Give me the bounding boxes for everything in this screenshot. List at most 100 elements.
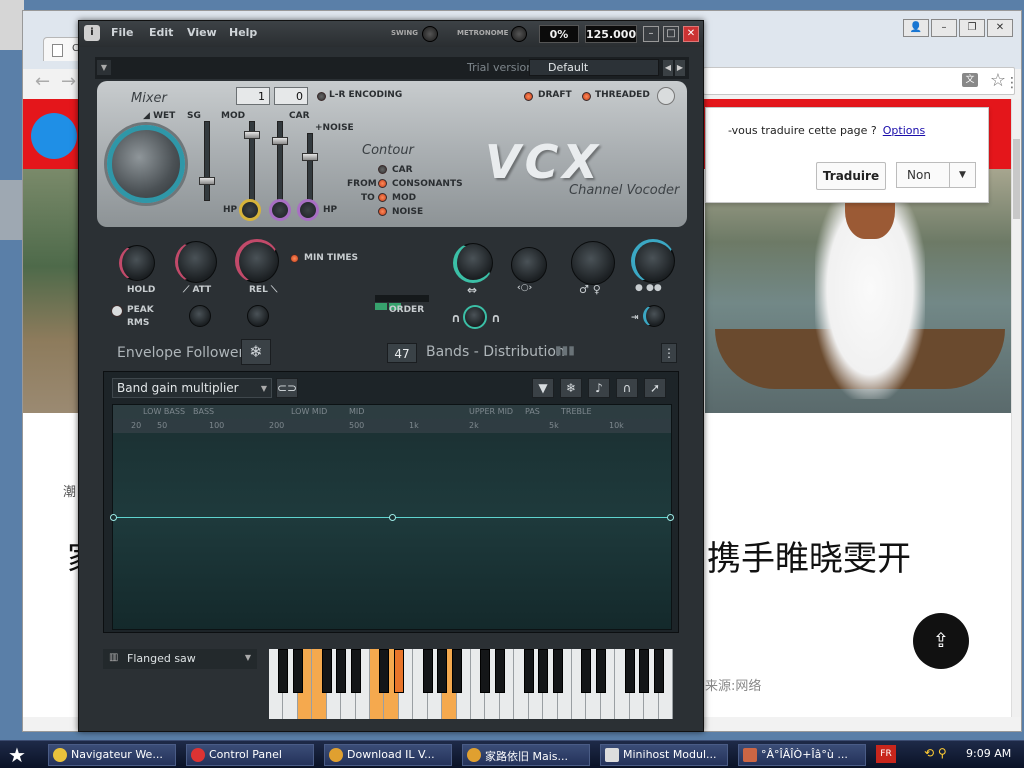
prev-preset-icon[interactable]: ◀: [663, 60, 673, 76]
expand-icon[interactable]: ⋮: [661, 343, 677, 363]
no-translate-dropdown[interactable]: Non ▼: [896, 162, 976, 188]
attack-curve-knob[interactable]: [189, 305, 211, 327]
pan-knob[interactable]: [643, 305, 665, 327]
taskbar-item-minihost[interactable]: Minihost Modul...: [600, 744, 728, 766]
contour-consonants-radio[interactable]: [378, 179, 387, 188]
freeze-snowflake-icon[interactable]: ❄: [241, 339, 271, 365]
stereo-spread-knob[interactable]: [511, 247, 547, 283]
order-indicator[interactable]: [375, 295, 429, 310]
draft-toggle[interactable]: [524, 92, 533, 101]
release-curve-knob[interactable]: [247, 305, 269, 327]
car-fader-handle[interactable]: [272, 137, 288, 145]
black-key[interactable]: [639, 649, 650, 693]
share-button[interactable]: ⇪: [913, 613, 969, 669]
tray-icons[interactable]: ⟲ ⚲: [924, 746, 947, 760]
gain-point-end[interactable]: [667, 514, 674, 521]
next-preset-icon[interactable]: ▶: [675, 60, 685, 76]
fl-logo-icon[interactable]: i: [84, 25, 100, 41]
mixer-value-1[interactable]: 1: [236, 87, 270, 105]
black-key[interactable]: [523, 649, 534, 693]
menu-edit[interactable]: Edit: [149, 26, 173, 39]
wet-knob[interactable]: [107, 125, 185, 203]
graph-menu-icon[interactable]: ▼: [532, 378, 554, 398]
taskbar-item-article[interactable]: 家路依旧 Mais...: [462, 744, 590, 766]
taskbar-item-control-panel[interactable]: Control Panel: [186, 744, 314, 766]
black-key[interactable]: [393, 649, 404, 693]
black-key[interactable]: [350, 649, 361, 693]
attack-knob[interactable]: [175, 241, 217, 283]
preset-selector[interactable]: Default: [529, 59, 659, 76]
user-icon[interactable]: 👤: [903, 19, 929, 37]
link-icon[interactable]: ⊂⊃: [276, 378, 298, 398]
black-key[interactable]: [379, 649, 390, 693]
magnet-icon[interactable]: ∩: [616, 378, 638, 398]
tempo-readout[interactable]: 125.000: [585, 25, 637, 43]
minimize-icon[interactable]: –: [643, 26, 659, 42]
maximize-icon[interactable]: □: [663, 26, 679, 42]
lr-encoding-toggle[interactable]: [317, 92, 326, 101]
start-button[interactable]: ★: [4, 743, 30, 767]
black-key[interactable]: [321, 649, 332, 693]
black-key[interactable]: [552, 649, 563, 693]
menu-help[interactable]: Help: [229, 26, 257, 39]
hold-knob[interactable]: [119, 245, 155, 281]
menu-view[interactable]: View: [187, 26, 217, 39]
release-knob[interactable]: [235, 239, 279, 283]
collapse-icon[interactable]: [657, 87, 675, 105]
black-key[interactable]: [581, 649, 592, 693]
snowflake-icon[interactable]: ❄: [560, 378, 582, 398]
gain-point-start[interactable]: [110, 514, 117, 521]
sg-fader-handle[interactable]: [199, 177, 215, 185]
noise-fader-handle[interactable]: [302, 153, 318, 161]
black-key[interactable]: [480, 649, 491, 693]
threaded-toggle[interactable]: [582, 92, 591, 101]
black-key[interactable]: [624, 649, 635, 693]
mod-fader-handle[interactable]: [244, 131, 260, 139]
peak-rms-toggle[interactable]: [111, 305, 123, 317]
maximize-icon[interactable]: ❐: [959, 19, 985, 37]
taskbar-item-other[interactable]: °Â°ÎÂÎÒ+Îâ°ù ...: [738, 744, 866, 766]
plugin-options-icon[interactable]: ▼: [97, 60, 111, 75]
minimize-icon[interactable]: –: [931, 19, 957, 37]
min-times-toggle[interactable]: [290, 254, 299, 263]
contour-car-radio[interactable]: [378, 165, 387, 174]
bands-count[interactable]: 47: [387, 343, 417, 363]
clock[interactable]: 9:09 AM: [966, 747, 1011, 760]
band-gain-graph[interactable]: LOW BASS BASS LOW MID MID UPPER MID PAS …: [110, 404, 674, 630]
close-icon[interactable]: ✕: [987, 19, 1013, 37]
black-key[interactable]: [336, 649, 347, 693]
page-scrollbar[interactable]: [1011, 99, 1021, 717]
contour-mod-radio[interactable]: [378, 193, 387, 202]
contour-noise-radio[interactable]: [378, 207, 387, 216]
carrier-source-dropdown[interactable]: ▥ Flanged saw ▼: [103, 649, 257, 669]
band-width-knob[interactable]: [453, 243, 493, 283]
car-filter-knob[interactable]: [297, 199, 319, 221]
translate-button[interactable]: Traduire: [816, 162, 886, 190]
translate-options-link[interactable]: Options: [883, 124, 925, 137]
black-key[interactable]: [538, 649, 549, 693]
mod-filter-knob[interactable]: [269, 199, 291, 221]
menu-file[interactable]: File: [111, 26, 134, 39]
black-key[interactable]: [278, 649, 289, 693]
close-icon[interactable]: ✕: [683, 26, 699, 42]
curve-tool-icon[interactable]: ♪: [588, 378, 610, 398]
taskbar-item-browser[interactable]: Navigateur We...: [48, 744, 176, 766]
piano-keyboard[interactable]: [269, 649, 673, 719]
formant-knob[interactable]: [571, 241, 615, 285]
black-key[interactable]: [422, 649, 433, 693]
chevron-down-icon[interactable]: ▼: [949, 163, 975, 187]
taskbar-item-download[interactable]: Download IL V...: [324, 744, 452, 766]
graph-mode-dropdown[interactable]: Band gain multiplier ▼: [112, 378, 272, 398]
language-indicator[interactable]: FR: [876, 745, 896, 763]
metronome-button[interactable]: [511, 26, 527, 42]
browser-menu-icon[interactable]: ⋮: [1005, 75, 1019, 91]
site-logo[interactable]: [31, 113, 77, 159]
back-icon[interactable]: ←: [35, 71, 57, 93]
mixer-value-2[interactable]: 0: [274, 87, 308, 105]
black-key[interactable]: [292, 649, 303, 693]
black-key[interactable]: [494, 649, 505, 693]
hp-knob-left[interactable]: [239, 199, 261, 221]
curve-knob[interactable]: [463, 305, 487, 329]
address-bar[interactable]: 文 ☆: [703, 67, 1015, 95]
voices-knob[interactable]: [631, 239, 675, 283]
